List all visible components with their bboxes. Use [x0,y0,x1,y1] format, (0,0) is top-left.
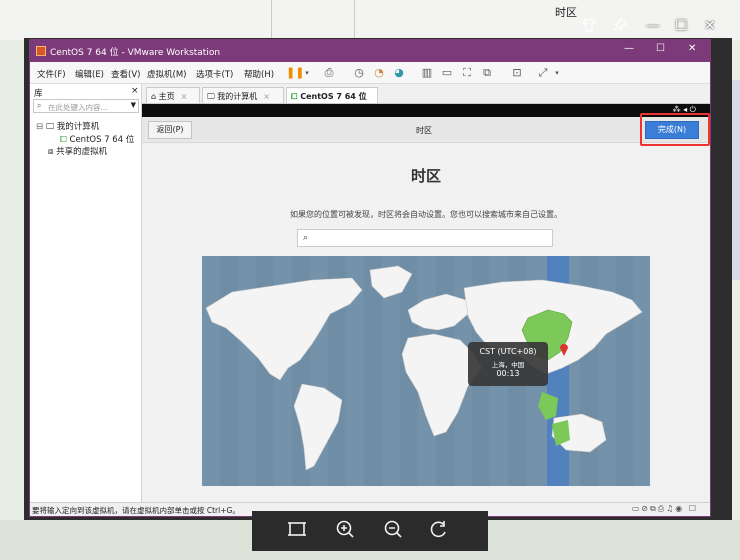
search-icon: ⌕ [37,101,42,110]
tree-item-my-computer[interactable]: ⊟ 🖵 我的计算机 [36,120,99,132]
search-icon: ⌕ [303,233,309,243]
library-view-icon[interactable]: ▥ [420,66,434,80]
back-button[interactable]: 返回(P) [148,121,192,139]
tab-centos[interactable]: ⧠ CentOS 7 64 位× [286,87,378,111]
vmware-titlebar: CentOS 7 64 位 - VMware Workstation — ☐ ✕ [30,40,710,62]
tab-home[interactable]: ⌂ 主页 × [146,87,200,103]
chevron-down-icon[interactable]: ▾ [550,66,564,80]
menu-edit[interactable]: 编辑(E) [75,68,104,80]
vmware-window: CentOS 7 64 位 - VMware Workstation — ☐ ✕… [29,39,711,517]
unity-icon[interactable]: ⧉ [480,66,494,80]
thumbnail-view-icon[interactable]: ▭ [440,66,454,80]
tree-item-label: 我的计算机 [56,122,100,132]
timezone-label: CST (UTC+08) [479,347,537,356]
window-title: CentOS 7 64 位 - VMware Workstation [50,48,221,58]
snapshot-manager-icon[interactable]: ◕ [392,66,406,80]
vmware-app-icon [36,46,46,56]
annotation-highlight-box [640,113,710,146]
fit-screen-icon[interactable] [285,519,309,543]
device-status-icons[interactable]: ▭⊘⧉⎙♫◉ ☐ [632,504,698,514]
tree-item-shared[interactable]: ⧈ 共享的虚拟机 [48,145,107,157]
tab-close-icon[interactable]: × [181,92,188,101]
search-placeholder: 在此处键入内容... [48,103,108,112]
viewer-minimize-button[interactable]: — [646,18,660,34]
menu-tabs[interactable]: 选项卡(T) [196,68,233,80]
revert-snapshot-icon[interactable]: ◔ [372,66,386,80]
page-title: 时区 [410,167,441,185]
library-panel: 库 × ⌕ 在此处键入内容... ▼ ⊟ 🖵 我的计算机 ⧠ CentOS 7 … [30,84,142,502]
tab-my-computer[interactable]: 🖵 我的计算机 × [202,87,284,103]
tab-label: 主页 [158,92,175,101]
shirt-icon[interactable] [582,18,596,36]
timezone-search-input[interactable]: ⌕ [297,229,553,247]
pause-icon[interactable]: ❚❚ [286,66,304,80]
close-button[interactable]: ✕ [688,43,696,54]
timezone-popup: CST (UTC+08) 上海，中国 00:13 [468,342,548,386]
world-map-graphic [205,256,643,486]
viewer-close-button[interactable]: ✕ [704,18,716,34]
guest-top-bar: ⁂ ◂ ⏻ [142,104,710,117]
menu-help[interactable]: 帮助(H) [244,68,274,80]
tab-label: 我的计算机 [217,92,258,101]
monitor-icon: 🖵 [45,122,55,132]
library-search-input[interactable]: ⌕ 在此处键入内容... ▼ [33,99,139,113]
fullscreen-icon[interactable]: ⛶ [460,66,474,80]
timezone-time: 00:13 [496,369,520,378]
shared-vm-icon: ⧈ [48,147,54,157]
collapse-icon[interactable]: ⊟ [36,122,43,132]
console-icon[interactable]: ⊡ [510,66,524,80]
chevron-down-icon[interactable]: ▾ [300,66,314,80]
vm-icon: ⧠ [291,92,298,101]
maximize-button[interactable]: ☐ [656,43,665,54]
pin-icon[interactable] [613,17,628,36]
zoom-out-icon[interactable] [381,519,405,543]
home-icon: ⌂ [151,92,157,101]
menu-view[interactable]: 查看(V) [111,68,140,80]
viewer-toolbar [252,511,488,551]
menu-vm[interactable]: 虚拟机(M) [147,68,186,80]
header-title: 时区 [416,126,432,135]
desktop-right-edge [732,80,740,280]
installer-timezone-screen: 返回(P) 时区 完成(N) 时区 如果您的位置可被发现，时区将会自动设置。您也… [142,113,710,502]
desktop-title: 时区 [555,6,577,19]
tab-label: CentOS 7 64 位 [300,92,367,101]
library-close-button[interactable]: × [131,86,139,96]
stretch-icon[interactable]: ⤢ [536,66,550,80]
tree-item-centos[interactable]: ⧠ CentOS 7 64 位 [60,133,134,145]
timezone-city: 上海，中国 [491,361,525,369]
library-label: 库 [34,89,43,99]
tree-item-label: CentOS 7 64 位 [69,135,135,145]
menu-file[interactable]: 文件(F) [37,68,66,80]
viewer-maximize-button[interactable]: ☐ [675,18,688,34]
send-keys-icon[interactable]: ⎙ [322,66,336,80]
tab-close-icon[interactable]: × [263,92,270,101]
tab-bar: ⌂ 主页 × 🖵 我的计算机 × ⧠ CentOS 7 64 位× [142,84,710,111]
menubar: 文件(F) 编辑(E) 查看(V) 虚拟机(M) 选项卡(T) 帮助(H) ❚❚… [30,62,710,84]
hint-text: 如果您的位置可被发现，时区将会自动设置。您也可以搜索城市来自己设置。 [290,210,562,219]
chevron-down-icon[interactable]: ▼ [131,101,136,109]
desktop-background-top [0,0,740,40]
world-map[interactable]: CST (UTC+08) 上海，中国 00:13 [202,256,650,486]
installer-header: 返回(P) 时区 完成(N) [142,113,710,146]
desktop-divider [354,0,355,40]
rotate-icon[interactable] [427,519,451,543]
desktop-divider [271,0,272,40]
tree-item-label: 共享的虚拟机 [56,147,108,157]
zoom-in-icon[interactable] [333,519,357,543]
vm-icon: ⧠ [60,135,67,145]
snapshot-icon[interactable]: ◷ [352,66,366,80]
monitor-icon: 🖵 [207,92,215,101]
minimize-button[interactable]: — [624,43,634,54]
status-text: 要将输入定向到该虚拟机，请在虚拟机内部单击或按 Ctrl+G。 [32,506,240,515]
